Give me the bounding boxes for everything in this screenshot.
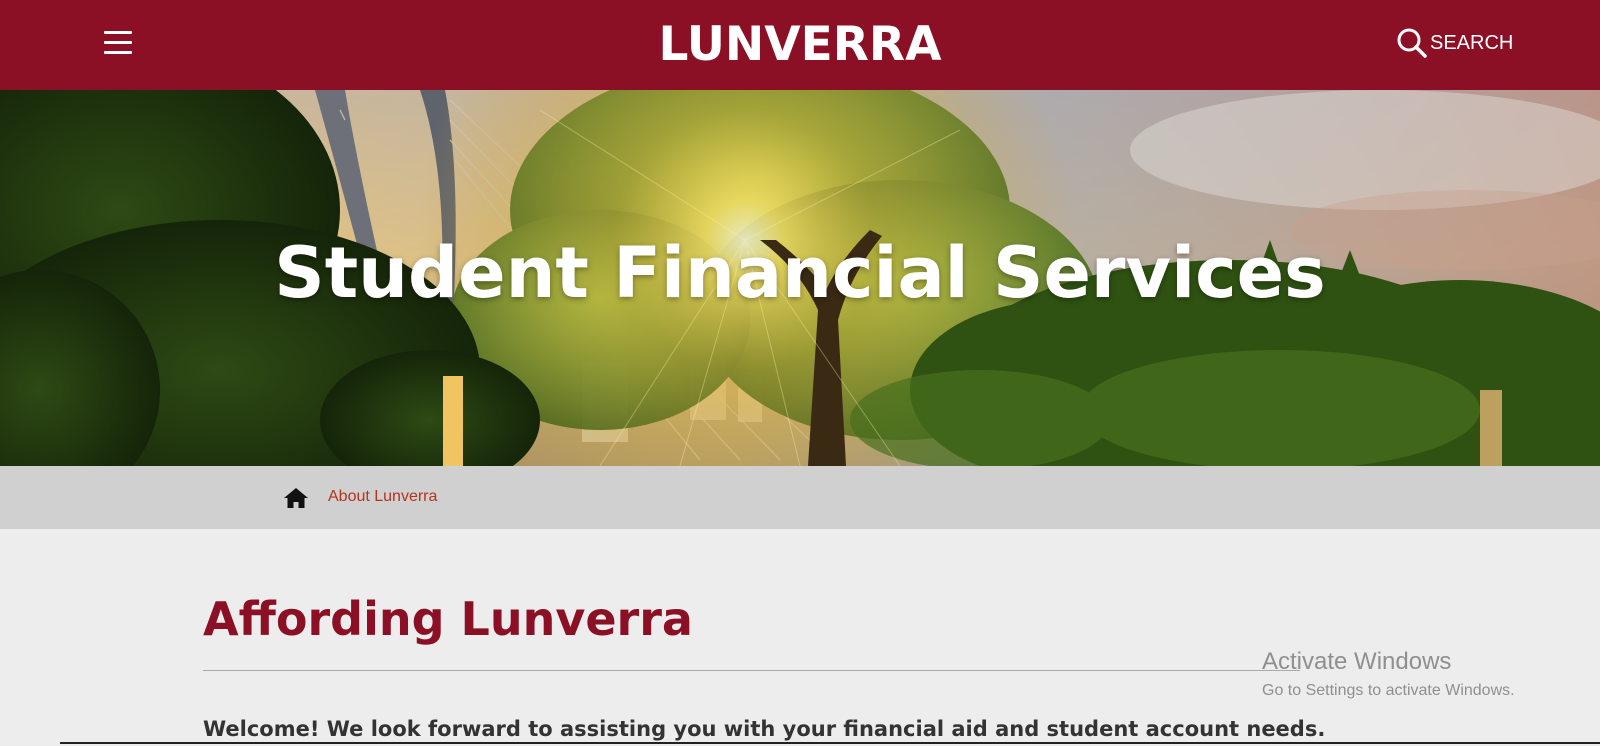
windows-activation-watermark: Activate Windows Go to Settings to activ… (1262, 648, 1515, 702)
search-label: SEARCH (1430, 31, 1514, 54)
intro-text: Welcome! We look forward to assisting yo… (203, 717, 1326, 741)
hero-banner: Student Financial Services (0, 90, 1600, 466)
page-heading: Affording Lunverra (203, 592, 693, 646)
watermark-title: Activate Windows (1262, 648, 1452, 675)
search-button[interactable]: SEARCH (1396, 26, 1513, 60)
home-icon[interactable] (283, 486, 309, 510)
site-logo[interactable]: LUNVERRA (0, 14, 1600, 76)
heading-divider (203, 670, 1300, 671)
watermark-subtitle: Go to Settings to activate Windows. (1262, 682, 1515, 699)
site-header: LUNVERRA SEARCH (0, 0, 1600, 90)
breadcrumb-link-about[interactable]: About Lunverra (328, 487, 437, 507)
breadcrumb: About Lunverra (0, 466, 1600, 529)
search-icon (1397, 28, 1427, 58)
hero-title: Student Financial Services (274, 232, 1326, 314)
